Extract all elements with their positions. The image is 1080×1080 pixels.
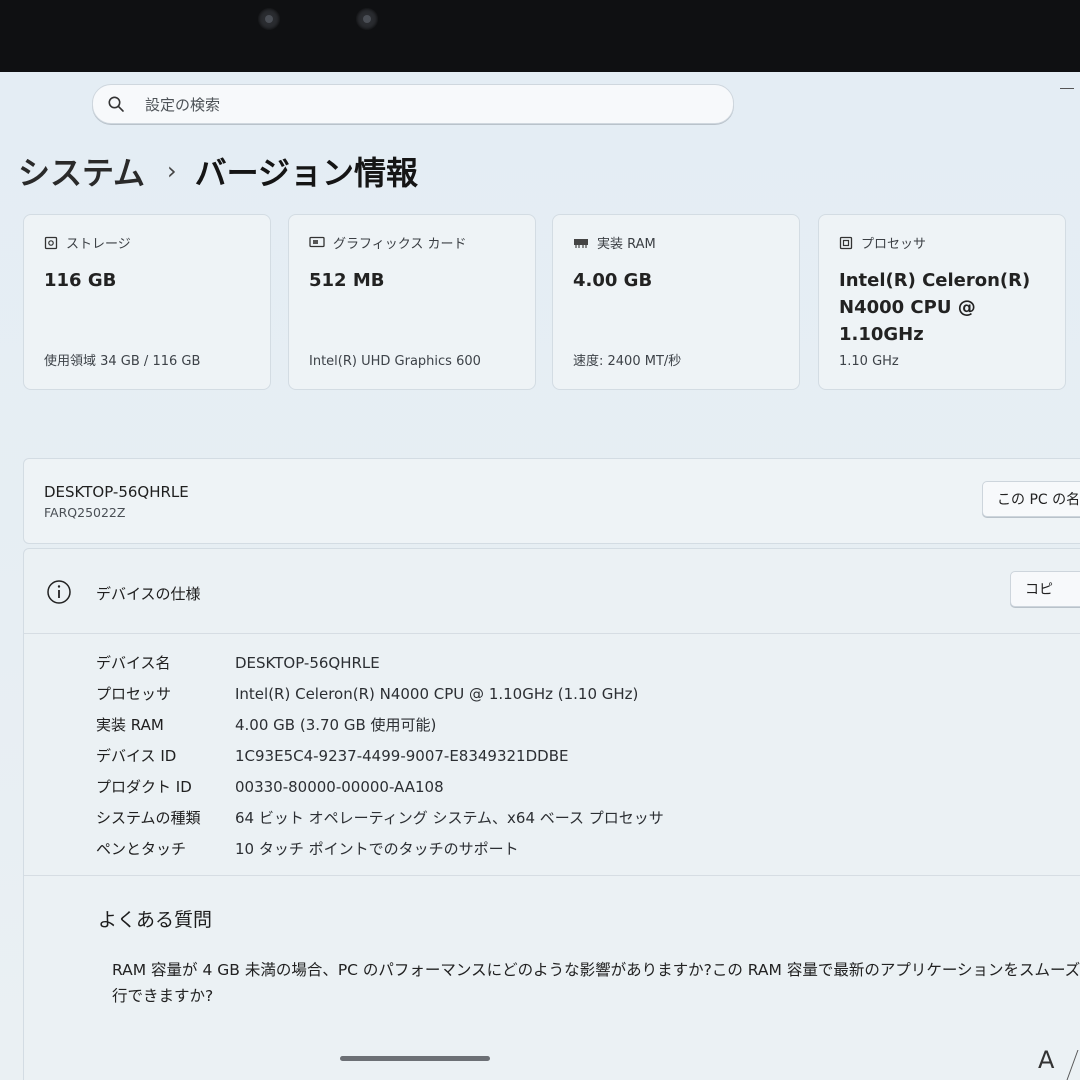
device-specs-list: デバイス名 DESKTOP-56QHRLE プロセッサ Intel(R) Cel…	[96, 647, 664, 864]
device-specs-title: デバイスの仕様	[96, 585, 201, 603]
copy-button[interactable]: コピ	[1010, 571, 1080, 607]
spec-value: 1C93E5C4-9237-4499-9007-E8349321DDBE	[235, 746, 569, 765]
spec-value: 10 タッチ ポイントでのタッチのサポート	[235, 840, 519, 858]
storage-card-title: ストレージ	[66, 237, 131, 252]
chevron-right-icon: ›	[167, 157, 177, 185]
sensor-icon	[258, 8, 280, 30]
ram-card-title: 実装 RAM	[597, 237, 656, 252]
spec-row-processor: プロセッサ Intel(R) Celeron(R) N4000 CPU @ 1.…	[96, 678, 664, 709]
search-icon	[108, 96, 124, 112]
spec-key: システムの種類	[96, 809, 201, 827]
gesture-bar[interactable]	[340, 1056, 490, 1061]
storage-usage: 使用領域 34 GB / 116 GB	[44, 354, 201, 369]
minimize-icon[interactable]	[1060, 88, 1074, 89]
settings-window: システム › バージョン情報 ストレージ 116 GB 使用領域 34 GB /…	[0, 72, 1080, 1080]
spec-key: ペンとタッチ	[96, 840, 187, 858]
pc-name: DESKTOP-56QHRLE	[44, 483, 189, 501]
faq-question-link[interactable]: RAM 容量が 4 GB 未満の場合、PC のパフォーマンスにどのような影響があ…	[112, 957, 1080, 1009]
graphics-card[interactable]: グラフィックス カード 512 MB Intel(R) UHD Graphics…	[288, 214, 536, 390]
spec-value: 64 ビット オペレーティング システム、x64 ベース プロセッサ	[235, 809, 664, 827]
pc-model: FARQ25022Z	[44, 505, 126, 520]
spec-row-product-id: プロダクト ID 00330-80000-00000-AA108	[96, 771, 664, 802]
storage-value: 116 GB	[44, 270, 117, 291]
storage-icon	[44, 236, 58, 249]
processor-speed: 1.10 GHz	[839, 354, 899, 369]
graphics-memory-value: 512 MB	[309, 270, 385, 291]
camera-icon	[356, 8, 378, 30]
divider	[24, 875, 1080, 876]
search-box[interactable]	[92, 84, 734, 125]
page-title: バージョン情報	[194, 154, 419, 192]
search-input[interactable]	[143, 85, 707, 125]
processor-card-title: プロセッサ	[861, 237, 927, 252]
ram-value: 4.00 GB	[573, 270, 653, 291]
spec-key: デバイス ID	[96, 747, 177, 765]
spec-key: プロダクト ID	[96, 778, 192, 796]
spec-key: 実装 RAM	[96, 716, 164, 734]
pc-name-card: DESKTOP-56QHRLE FARQ25022Z この PC の名	[23, 458, 1080, 544]
spec-key: プロセッサ	[96, 685, 172, 703]
spec-row-ram: 実装 RAM 4.00 GB (3.70 GB 使用可能)	[96, 709, 664, 740]
spec-row-system-type: システムの種類 64 ビット オペレーティング システム、x64 ベース プロセ…	[96, 802, 664, 833]
processor-value: Intel(R) Celeron(R) N4000 CPU @ 1.10GHz	[839, 270, 1031, 345]
device-specs-header[interactable]: デバイスの仕様 コピ	[24, 549, 1080, 634]
ram-card[interactable]: 実装 RAM 4.00 GB 速度: 2400 MT/秒	[552, 214, 800, 390]
ram-speed: 速度: 2400 MT/秒	[573, 354, 682, 369]
breadcrumb-system-link[interactable]: システム	[18, 148, 145, 194]
spec-value: Intel(R) Celeron(R) N4000 CPU @ 1.10GHz …	[235, 684, 639, 703]
device-bezel	[0, 0, 1080, 74]
spec-row-pen-touch: ペンとタッチ 10 タッチ ポイントでのタッチのサポート	[96, 833, 664, 864]
spec-row-device-name: デバイス名 DESKTOP-56QHRLE	[96, 647, 664, 678]
info-icon	[47, 580, 71, 604]
breadcrumb: システム › バージョン情報	[18, 146, 418, 196]
processor-card[interactable]: プロセッサ Intel(R) Celeron(R) N4000 CPU @ 1.…	[818, 214, 1066, 390]
device-specs-panel: デバイスの仕様 コピ デバイス名 DESKTOP-56QHRLE プロセッサ I…	[23, 548, 1080, 1080]
input-indicator[interactable]: A	[1038, 1046, 1054, 1074]
spec-value: DESKTOP-56QHRLE	[235, 653, 380, 672]
graphics-card-title: グラフィックス カード	[333, 237, 467, 252]
faq-title: よくある質問	[98, 909, 213, 931]
spec-row-device-id: デバイス ID 1C93E5C4-9237-4499-9007-E8349321…	[96, 740, 664, 771]
spec-key: デバイス名	[96, 654, 171, 672]
spec-value: 4.00 GB (3.70 GB 使用可能)	[235, 716, 437, 734]
storage-card[interactable]: ストレージ 116 GB 使用領域 34 GB / 116 GB	[23, 214, 271, 390]
graphics-adapter-name: Intel(R) UHD Graphics 600	[309, 354, 481, 369]
rename-pc-button[interactable]: この PC の名	[982, 481, 1080, 517]
graphics-card-icon	[309, 236, 325, 248]
processor-icon	[839, 236, 853, 249]
spec-value: 00330-80000-00000-AA108	[235, 777, 444, 796]
ram-icon	[574, 238, 588, 248]
